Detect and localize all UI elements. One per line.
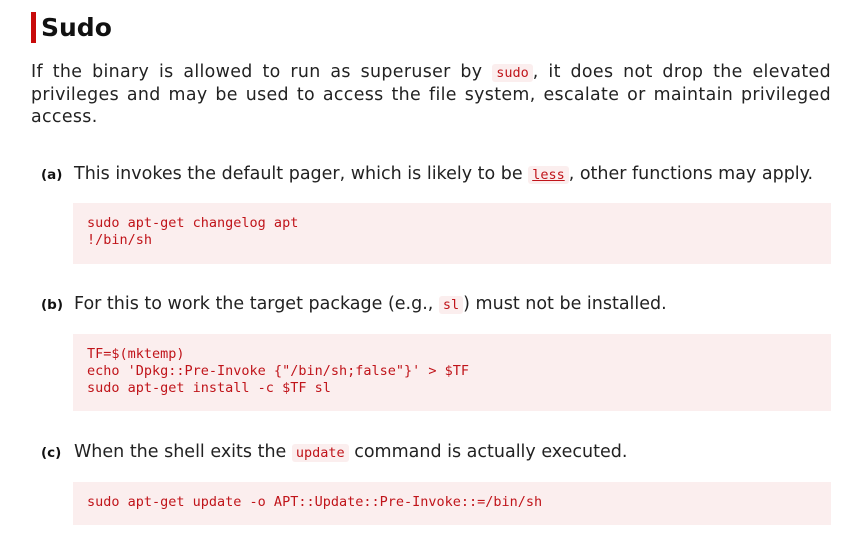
code-line: TF=$(mktemp) [87, 346, 185, 362]
item-letter: (c) [41, 445, 62, 461]
item-text-after: ) must not be installed. [463, 294, 667, 314]
item-inline-code: sl [438, 296, 464, 314]
code-line: !/bin/sh [87, 232, 153, 248]
example-item-a: (a) This invokes the default pager, whic… [41, 162, 831, 264]
code-block[interactable]: sudo apt-get changelog apt !/bin/sh [73, 203, 831, 264]
item-text-before: For this to work the target package (e.g… [74, 294, 439, 314]
section-heading: Sudo [31, 12, 112, 43]
example-item-b: (b) For this to work the target package … [41, 292, 831, 411]
code-block[interactable]: TF=$(mktemp) echo 'Dpkg::Pre-Invoke {"/bi… [73, 334, 831, 411]
intro-text-before: If the binary is allowed to run as super… [31, 62, 493, 82]
item-heading: (b) For this to work the target package … [41, 292, 831, 317]
item-description: For this to work the target package (e.g… [74, 292, 667, 317]
intro-paragraph: If the binary is allowed to run as super… [31, 61, 831, 128]
item-heading: (a) This invokes the default pager, whic… [41, 162, 831, 187]
item-letter: (a) [41, 167, 63, 183]
item-text-after: command is actually executed. [348, 442, 628, 462]
code-block[interactable]: sudo apt-get update -o APT::Update::Pre-… [73, 482, 831, 525]
heading-accent-bar [31, 12, 36, 43]
item-text-after: , other functions may apply. [568, 164, 814, 184]
item-heading: (c) When the shell exits the update comm… [41, 440, 831, 465]
item-text-before: When the shell exits the [74, 442, 292, 462]
item-inline-code: update [291, 444, 349, 462]
code-line: sudo apt-get changelog apt [87, 215, 299, 231]
less-link[interactable]: less [528, 166, 569, 184]
item-text-before: This invokes the default pager, which is… [74, 164, 529, 184]
example-item-c: (c) When the shell exits the update comm… [41, 440, 831, 525]
code-line: sudo apt-get update -o APT::Update::Pre-… [87, 494, 543, 510]
item-letter: (b) [41, 297, 64, 313]
code-line: echo 'Dpkg::Pre-Invoke {"/bin/sh;false"}… [87, 363, 470, 379]
item-description: This invokes the default pager, which is… [74, 162, 813, 187]
intro-inline-code: sudo [492, 64, 533, 82]
section-title: Sudo [41, 13, 112, 42]
code-line: sudo apt-get install -c $TF sl [87, 380, 331, 396]
item-description: When the shell exits the update command … [74, 440, 627, 465]
